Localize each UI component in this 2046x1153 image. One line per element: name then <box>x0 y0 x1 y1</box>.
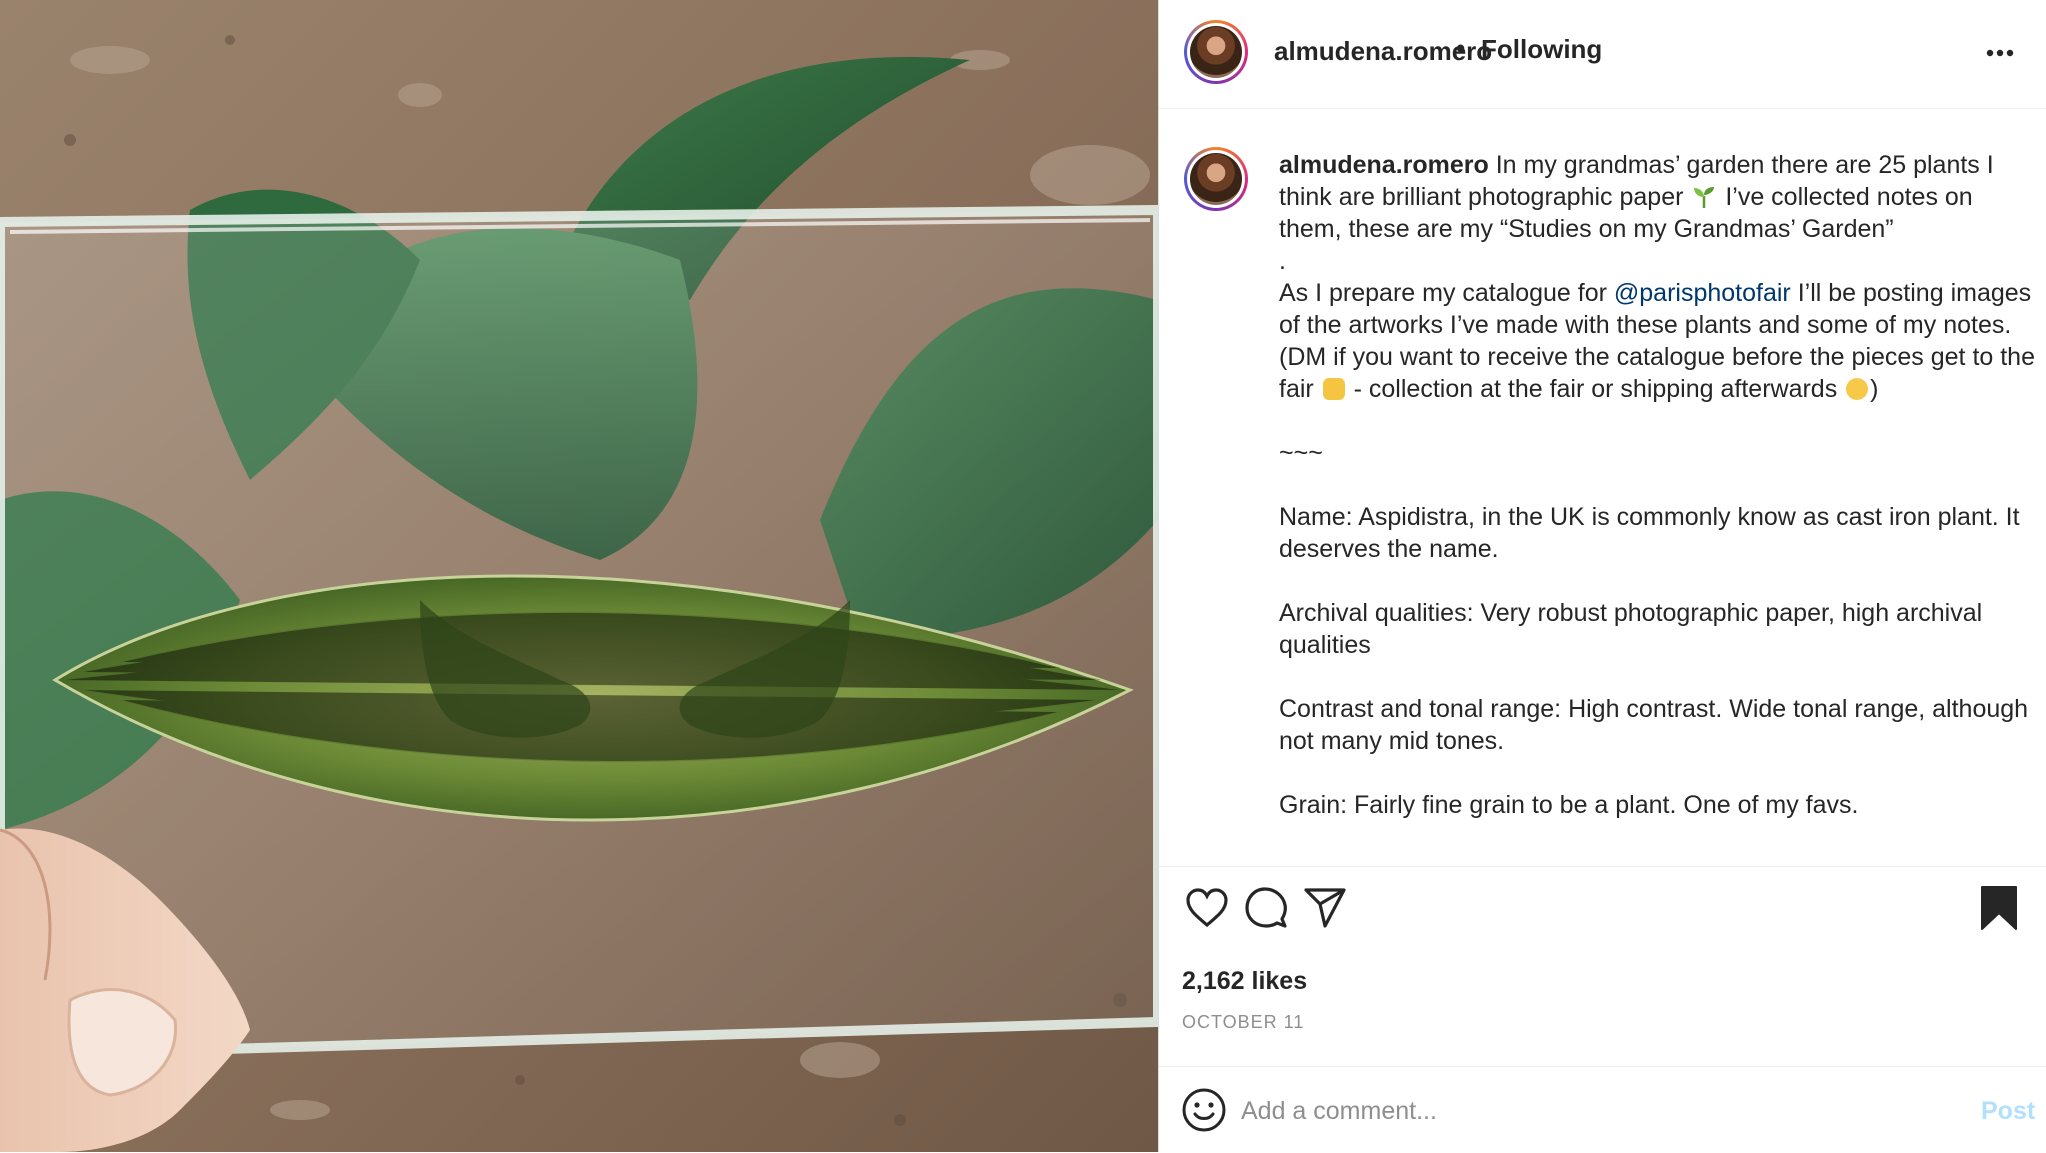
more-icon[interactable] <box>1977 30 2023 76</box>
seedling-icon <box>1692 184 1716 208</box>
comment-icon[interactable] <box>1241 883 1291 933</box>
heart-icon[interactable] <box>1182 883 1232 933</box>
post-actions: 2,162 likes OCTOBER 11 <box>1159 866 2046 1067</box>
comment-bar: Post <box>1159 1066 2046 1153</box>
post-side-panel: almudena.romero • Following almudena.rom… <box>1158 0 2046 1152</box>
post-photo[interactable] <box>0 0 1158 1152</box>
raised-hands-icon <box>1322 378 1345 400</box>
caption-part: ) ~~~ Name: Aspidistra, in the UK is com… <box>1279 375 2029 819</box>
post-date: OCTOBER 11 <box>1182 1012 1305 1032</box>
like-count[interactable]: 2,162 likes <box>1182 967 1307 996</box>
avatar-image <box>1190 26 1242 78</box>
author-avatar[interactable] <box>1184 20 1248 84</box>
caption-username[interactable]: almudena.romero <box>1279 151 1489 179</box>
comment-input[interactable] <box>1239 1089 1923 1133</box>
photo-illustration <box>0 0 1158 1152</box>
smiley-icon <box>1846 378 1869 400</box>
caption-avatar[interactable] <box>1184 147 1248 211</box>
post-header: almudena.romero • Following <box>1159 0 2046 109</box>
mention-link[interactable]: @parisphotofair <box>1614 279 1791 307</box>
separator-dot: • <box>1456 33 1466 63</box>
following-button[interactable]: Following <box>1481 34 1602 65</box>
caption-section: almudena.romero In my grandmas’ garden t… <box>1159 109 2046 865</box>
share-icon[interactable] <box>1300 883 1350 933</box>
avatar-image <box>1190 153 1242 205</box>
bookmark-icon[interactable] <box>1974 883 2024 933</box>
post-comment-button[interactable]: Post <box>1981 1097 2035 1126</box>
caption-part: - collection at the fair or shipping aft… <box>1346 375 1845 403</box>
instagram-post: almudena.romero • Following almudena.rom… <box>0 0 2046 1152</box>
emoji-icon[interactable] <box>1181 1087 1227 1133</box>
caption-text: almudena.romero In my grandmas’ garden t… <box>1279 149 2039 821</box>
